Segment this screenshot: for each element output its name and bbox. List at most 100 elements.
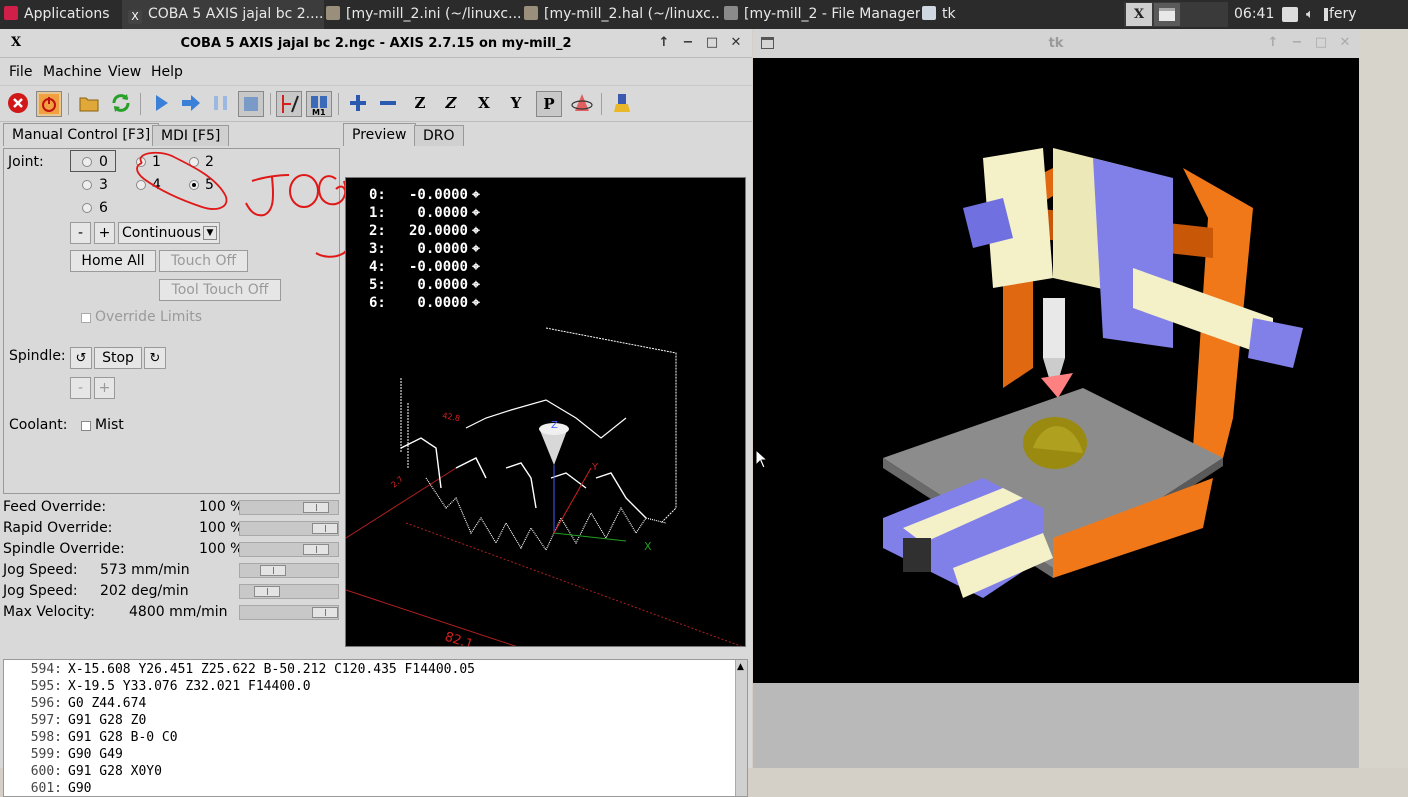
block-delete-button[interactable] bbox=[276, 91, 302, 117]
joint-0-radio[interactable] bbox=[82, 157, 92, 167]
joint-6-radio[interactable] bbox=[82, 203, 92, 213]
menu-file[interactable]: File bbox=[9, 58, 32, 86]
minimize-icon[interactable]: − bbox=[681, 36, 695, 50]
gcode-line[interactable]: 597: G91 G28 Z0 bbox=[4, 713, 147, 728]
override-slider[interactable] bbox=[239, 605, 339, 620]
minimize-icon[interactable]: − bbox=[1290, 36, 1304, 50]
view-x-button[interactable]: X bbox=[471, 91, 497, 117]
override-slider[interactable] bbox=[239, 500, 339, 515]
view-z2-button[interactable]: Z bbox=[438, 91, 464, 117]
maximize-icon[interactable]: □ bbox=[705, 36, 719, 50]
keep-above-icon[interactable]: ↑ bbox=[657, 36, 671, 50]
tab-dro[interactable]: DRO bbox=[414, 125, 464, 146]
jog-minus-button[interactable]: - bbox=[70, 222, 91, 244]
window-title: COBA 5 AXIS jajal bc 2.ngc - AXIS 2.7.15… bbox=[180, 36, 572, 51]
close-icon[interactable]: ✕ bbox=[729, 36, 743, 50]
spindle-ccw-button[interactable]: ↺ bbox=[70, 347, 92, 369]
spindle-cw-button[interactable]: ↻ bbox=[144, 347, 166, 369]
view-z-button[interactable]: Z bbox=[407, 91, 433, 117]
gcode-line[interactable]: 594: X-15.608 Y26.451 Z25.622 B-50.212 C1… bbox=[4, 662, 475, 677]
override-label: Feed Override: bbox=[3, 499, 107, 515]
slider-handle[interactable] bbox=[303, 502, 329, 513]
gcode-line[interactable]: 600: G91 G28 X0Y0 bbox=[4, 764, 162, 779]
estop-button[interactable] bbox=[5, 91, 31, 117]
close-icon[interactable]: ✕ bbox=[1338, 36, 1352, 50]
reload-button[interactable] bbox=[108, 91, 134, 117]
menu-machine[interactable]: Machine bbox=[43, 58, 102, 86]
gcode-text: G0 Z44.674 bbox=[68, 696, 147, 711]
task-label: tk bbox=[942, 6, 956, 22]
open-file-button[interactable] bbox=[76, 91, 102, 117]
run-button[interactable] bbox=[148, 91, 174, 117]
override-limits-checkbox[interactable] bbox=[81, 313, 91, 323]
tab-preview[interactable]: Preview bbox=[343, 123, 416, 146]
machine-power-button[interactable] bbox=[36, 91, 62, 117]
override-slider[interactable] bbox=[239, 542, 339, 557]
slider-handle[interactable] bbox=[312, 523, 338, 534]
view-p-button[interactable]: P bbox=[536, 91, 562, 117]
task-axis[interactable]: X COBA 5 AXIS jajal bc 2.... bbox=[122, 0, 324, 29]
tool-touch-off-button[interactable]: Tool Touch Off bbox=[159, 279, 281, 301]
slider-handle[interactable] bbox=[312, 607, 338, 618]
override-row: Spindle Override: 100 % bbox=[3, 539, 340, 560]
clear-backplot-button[interactable] bbox=[611, 91, 637, 117]
menu-view[interactable]: View bbox=[108, 58, 141, 86]
machine-3d-view[interactable] bbox=[753, 58, 1359, 683]
view-x-label: X bbox=[478, 94, 490, 112]
pause-button[interactable] bbox=[208, 91, 234, 117]
user-name[interactable]: fery bbox=[1329, 0, 1357, 29]
slider-handle[interactable] bbox=[303, 544, 329, 555]
stop-button[interactable] bbox=[238, 91, 264, 117]
task-hal[interactable]: [my-mill_2.hal (~/linuxc... bbox=[520, 0, 720, 29]
menu-help[interactable]: Help bbox=[151, 58, 183, 86]
axis-titlebar[interactable]: X COBA 5 AXIS jajal bc 2.ngc - AXIS 2.7.… bbox=[0, 29, 752, 58]
override-label: Jog Speed: bbox=[3, 583, 78, 599]
spindle-plus-button[interactable]: + bbox=[94, 377, 115, 399]
task-label: COBA 5 AXIS jajal bc 2.... bbox=[148, 6, 324, 22]
rotate-view-button[interactable] bbox=[569, 91, 595, 117]
gcode-listing[interactable]: 594: X-15.608 Y26.451 Z25.622 B-50.212 C1… bbox=[3, 659, 748, 797]
line-number: 595: bbox=[30, 679, 62, 694]
gcode-line[interactable]: 595: X-19.5 Y33.076 Z32.021 F14400.0 bbox=[4, 679, 311, 694]
override-slider[interactable] bbox=[239, 584, 339, 599]
task-ini[interactable]: [my-mill_2.ini (~/linuxc... bbox=[322, 0, 520, 29]
step-button[interactable] bbox=[178, 91, 204, 117]
view-y-button[interactable]: Y bbox=[503, 91, 529, 117]
task-tk[interactable]: tk bbox=[920, 0, 1042, 29]
mist-checkbox[interactable] bbox=[81, 421, 91, 431]
toolpath-preview[interactable]: 0: -0.0000 ⌖ 1: 0.0000 ⌖ 2: 20.0000 ⌖ 3: 0.0000 ⌖ 4:… bbox=[345, 177, 746, 647]
view-y-label: Y bbox=[510, 94, 522, 112]
tk-titlebar[interactable]: tk ↑ − □ ✕ bbox=[753, 29, 1359, 58]
slider-handle[interactable] bbox=[260, 565, 286, 576]
gcode-scrollbar[interactable]: ▲ bbox=[735, 660, 747, 796]
applications-menu[interactable]: Applications bbox=[4, 0, 110, 29]
spindle-stop-button[interactable]: Stop bbox=[94, 347, 142, 369]
slider-handle[interactable] bbox=[254, 586, 280, 597]
dimension-y-label: 2.7 bbox=[390, 474, 406, 489]
override-slider[interactable] bbox=[239, 521, 339, 536]
maximize-icon[interactable]: □ bbox=[1314, 36, 1328, 50]
network-icon[interactable] bbox=[1282, 7, 1298, 22]
gcode-line[interactable]: 599: G90 G49 bbox=[4, 747, 123, 762]
workspace-switcher[interactable]: X bbox=[1124, 2, 1228, 27]
keep-above-icon[interactable]: ↑ bbox=[1266, 36, 1280, 50]
joint-3-radio[interactable] bbox=[82, 180, 92, 190]
override-value: 100 % bbox=[199, 499, 244, 515]
zoom-in-button[interactable] bbox=[345, 91, 371, 117]
workspace-1-icon[interactable]: X bbox=[1126, 3, 1152, 26]
gcode-line[interactable]: 598: G91 G28 B-0 C0 bbox=[4, 730, 178, 745]
machine-model-drawing bbox=[883, 148, 1303, 598]
tk-window: tk ↑ − □ ✕ bbox=[753, 29, 1359, 768]
override-slider[interactable] bbox=[239, 563, 339, 578]
gcode-line[interactable]: 601: G90 bbox=[4, 781, 92, 796]
spindle-minus-button[interactable]: - bbox=[70, 377, 91, 399]
zoom-out-button[interactable] bbox=[375, 91, 401, 117]
scroll-up-icon[interactable]: ▲ bbox=[737, 662, 744, 672]
workspace-2-icon[interactable] bbox=[1154, 3, 1180, 26]
applications-label: Applications bbox=[24, 6, 110, 22]
optional-stop-button[interactable]: M1 bbox=[306, 91, 332, 117]
gcode-line[interactable]: 596: G0 Z44.674 bbox=[4, 696, 147, 711]
task-file-manager[interactable]: [my-mill_2 - File Manager] bbox=[720, 0, 920, 29]
line-number: 597: bbox=[30, 713, 62, 728]
volume-icon[interactable]: 🔈︎ bbox=[1306, 8, 1318, 21]
